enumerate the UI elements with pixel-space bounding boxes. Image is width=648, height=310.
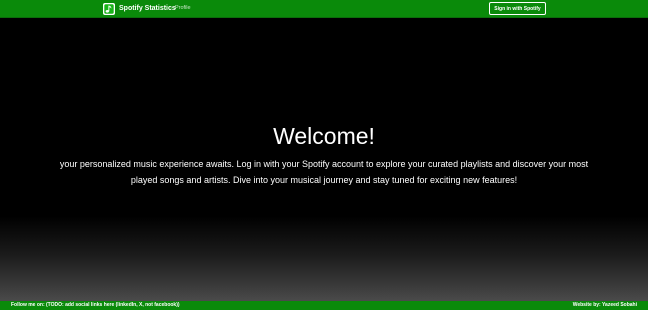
brand-home-link[interactable]: Spotify Statistics (103, 2, 176, 16)
footer-follow-text: Follow me on: (TODO: add social links he… (11, 302, 180, 308)
nav-link-profile[interactable]: Profile (175, 4, 191, 12)
spotify-logo-icon (103, 3, 115, 15)
welcome-heading: Welcome! (273, 123, 375, 149)
page-footer: Follow me on: (TODO: add social links he… (0, 301, 648, 310)
intro-paragraph: your personalized music experience await… (59, 159, 589, 185)
top-navbar: Spotify Statistics Profile Sign in with … (0, 0, 648, 18)
brand-name: Spotify Statistics (119, 5, 176, 12)
main-content: Welcome! your personalized music experie… (0, 18, 648, 301)
footer-credits: Website by: Yazeed Sobahi (572, 302, 637, 308)
sign-in-with-spotify-button[interactable]: Sign in with Spotify (489, 2, 546, 15)
